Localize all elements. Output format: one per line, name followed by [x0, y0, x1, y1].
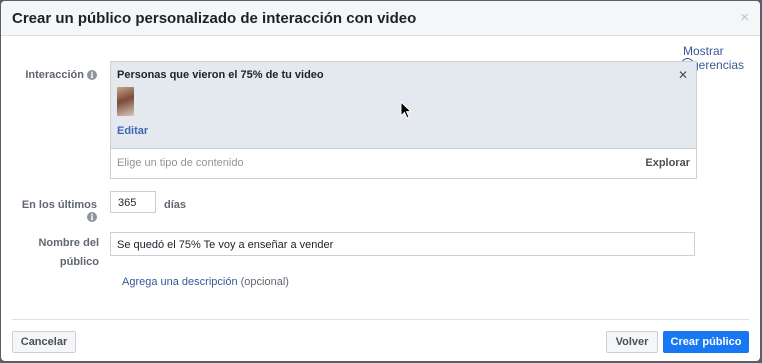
close-icon[interactable]: × [740, 9, 749, 26]
retention-label: En los últimosi [11, 199, 97, 223]
remove-icon[interactable]: ✕ [678, 68, 688, 82]
retention-unit: días [164, 199, 187, 211]
video-thumbnail[interactable] [117, 87, 134, 116]
interaction-label: Interacción i [21, 69, 97, 81]
add-description: Agrega una descripción (opcional) [122, 276, 289, 288]
retention-days-input[interactable]: 365 [110, 191, 156, 213]
interaction-box: Personas que vieron el 75% de tu video ✕… [110, 61, 697, 179]
optional-label: (opcional) [240, 276, 289, 288]
interaction-label-text: Interacción [25, 69, 84, 81]
back-button[interactable]: Volver [606, 331, 658, 353]
cancel-button[interactable]: Cancelar [12, 331, 76, 353]
selected-content-title: Personas que vieron el 75% de tu video [117, 69, 324, 81]
create-audience-button[interactable]: Crear público [663, 331, 749, 353]
dialog-title: Crear un público personalizado de intera… [12, 10, 417, 27]
audience-name-label-line1: Nombre del [38, 237, 99, 249]
show-suggestions-line1: Mostrar [683, 44, 724, 58]
add-description-link[interactable]: Agrega una descripción [122, 276, 238, 288]
edit-link[interactable]: Editar [117, 125, 148, 137]
mouse-cursor-icon [400, 101, 412, 119]
dialog-header: Crear un público personalizado de intera… [1, 1, 760, 36]
retention-label-text: En los últimos [21, 199, 97, 211]
info-icon[interactable]: i [87, 212, 97, 222]
audience-name-input[interactable]: Se quedó el 75% Te voy a enseñar a vende… [110, 232, 695, 256]
custom-audience-dialog: Crear un público personalizado de intera… [1, 1, 760, 361]
selected-content-area: Personas que vieron el 75% de tu video ✕… [111, 62, 696, 149]
footer-divider [12, 319, 749, 320]
audience-name-label: Nombre del público [21, 234, 99, 272]
audience-name-label-line2: público [59, 256, 99, 268]
explore-button[interactable]: Explorar [645, 157, 690, 169]
content-type-input[interactable]: Elige un tipo de contenido [117, 157, 244, 169]
info-icon[interactable]: i [87, 70, 97, 80]
